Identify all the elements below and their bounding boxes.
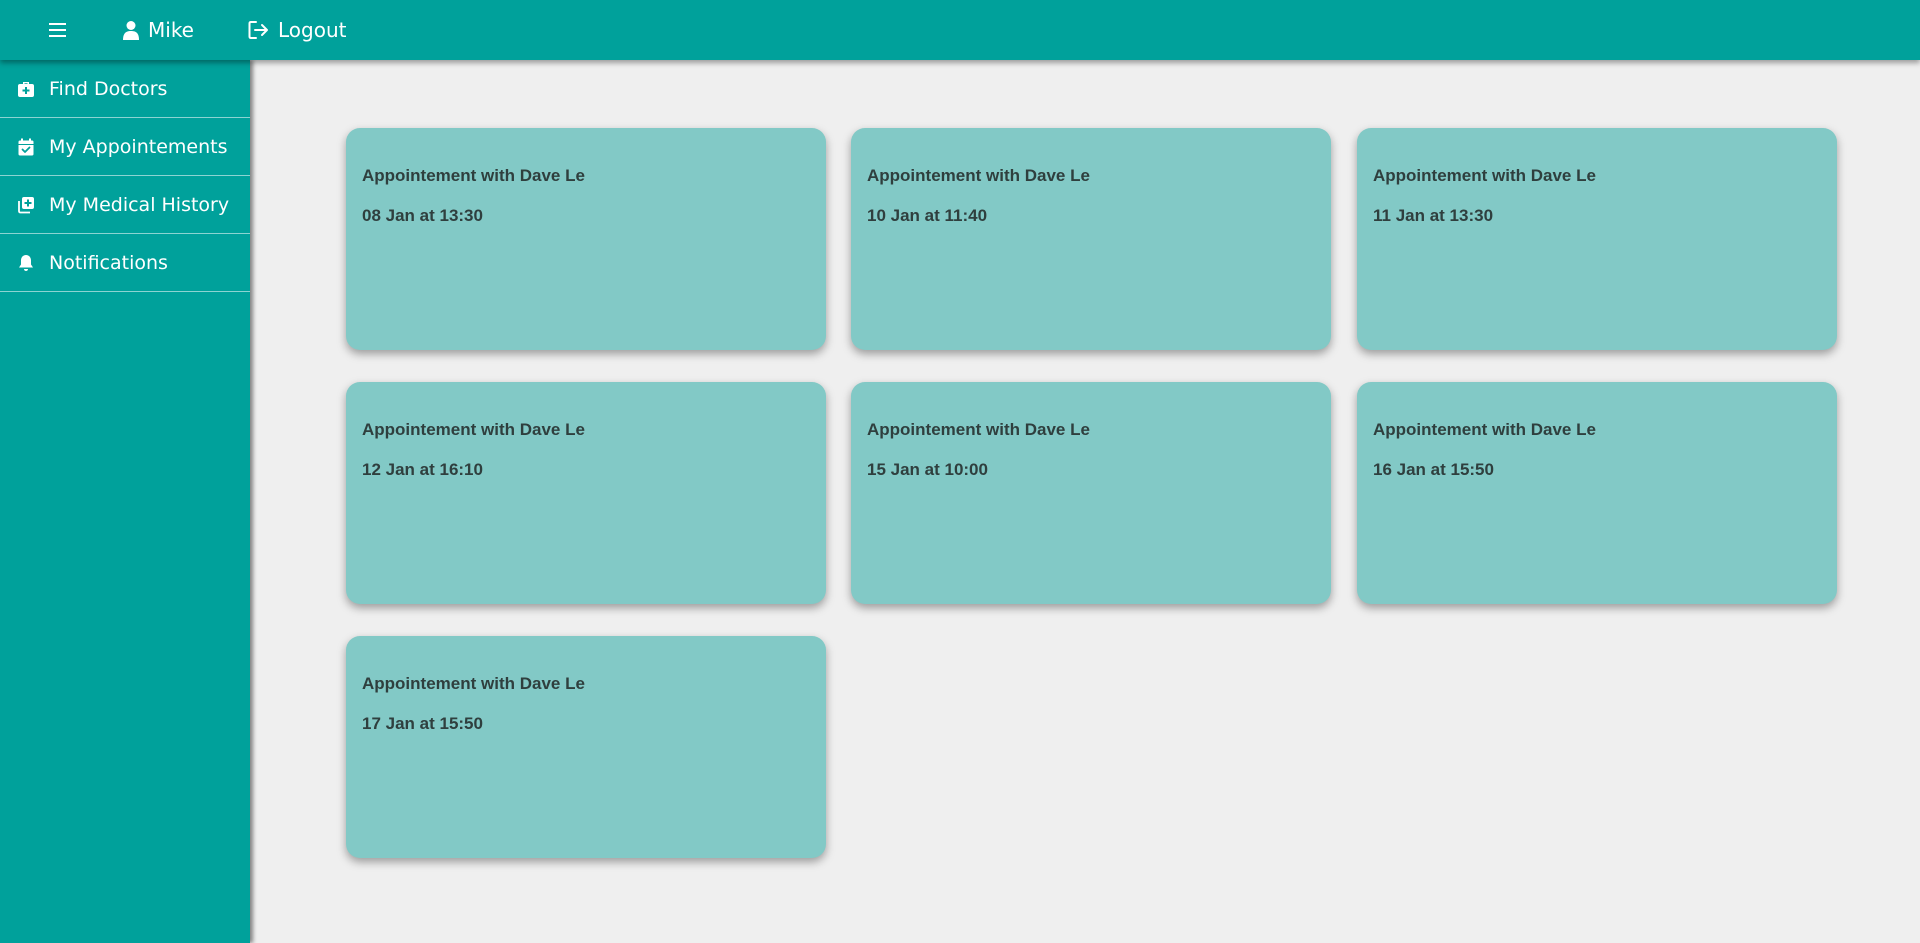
appointment-datetime: 15 Jan at 10:00	[867, 460, 988, 479]
sidebar-item-label: My Appointements	[49, 135, 228, 158]
sidebar-item-my-appointments[interactable]: My Appointements	[0, 118, 250, 176]
sidebar-item-my-medical-history[interactable]: My Medical History	[0, 176, 250, 234]
appointment-card[interactable]: Appointement with Dave Le 17 Jan at 15:5…	[346, 636, 826, 858]
appointment-datetime: 10 Jan at 11:40	[867, 206, 988, 225]
appointment-title: Appointement with Dave Le	[867, 420, 1090, 439]
user-name: Mike	[148, 18, 194, 42]
appointment-title: Appointement with Dave Le	[1373, 420, 1596, 439]
appointment-title: Appointement with Dave Le	[1373, 166, 1596, 185]
appointment-card[interactable]: Appointement with Dave Le 08 Jan at 13:3…	[346, 128, 826, 350]
bell-icon	[16, 253, 36, 273]
sidebar-item-label: Find Doctors	[49, 77, 168, 100]
appointment-card[interactable]: Appointement with Dave Le 11 Jan at 13:3…	[1357, 128, 1837, 350]
hamburger-menu-button[interactable]	[48, 0, 68, 60]
logout-label: Logout	[278, 18, 347, 42]
sidebar-item-notifications[interactable]: Notifications	[0, 234, 250, 292]
appointment-datetime: 08 Jan at 13:30	[362, 206, 483, 225]
appointment-title: Appointement with Dave Le	[362, 674, 585, 693]
sidebar-item-label: My Medical History	[49, 193, 230, 216]
appointment-datetime: 16 Jan at 15:50	[1373, 460, 1494, 479]
appointment-card[interactable]: Appointement with Dave Le 15 Jan at 10:0…	[851, 382, 1331, 604]
sidebar: Find Doctors My Appointements My Medical…	[0, 60, 250, 943]
appointment-datetime: 12 Jan at 16:10	[362, 460, 483, 479]
appointment-card[interactable]: Appointement with Dave Le 12 Jan at 16:1…	[346, 382, 826, 604]
medical-history-icon	[16, 195, 36, 215]
sidebar-item-label: Notifications	[49, 251, 168, 274]
hamburger-icon	[49, 23, 66, 37]
appointment-title: Appointement with Dave Le	[362, 420, 585, 439]
calendar-check-icon	[16, 137, 36, 157]
sidebar-item-find-doctors[interactable]: Find Doctors	[0, 60, 250, 118]
appointment-title: Appointement with Dave Le	[362, 166, 585, 185]
appointment-card[interactable]: Appointement with Dave Le 10 Jan at 11:4…	[851, 128, 1331, 350]
user-icon	[123, 21, 139, 40]
appointment-datetime: 11 Jan at 13:30	[1373, 206, 1494, 225]
appointment-title: Appointement with Dave Le	[867, 166, 1090, 185]
medical-kit-icon	[16, 79, 36, 99]
top-navbar: Mike Logout	[0, 0, 1920, 60]
appointment-datetime: 17 Jan at 15:50	[362, 714, 483, 733]
logout-button[interactable]: Logout	[248, 0, 346, 60]
logout-icon	[248, 21, 268, 39]
user-menu[interactable]: Mike	[122, 0, 194, 60]
appointment-card[interactable]: Appointement with Dave Le 16 Jan at 15:5…	[1357, 382, 1837, 604]
